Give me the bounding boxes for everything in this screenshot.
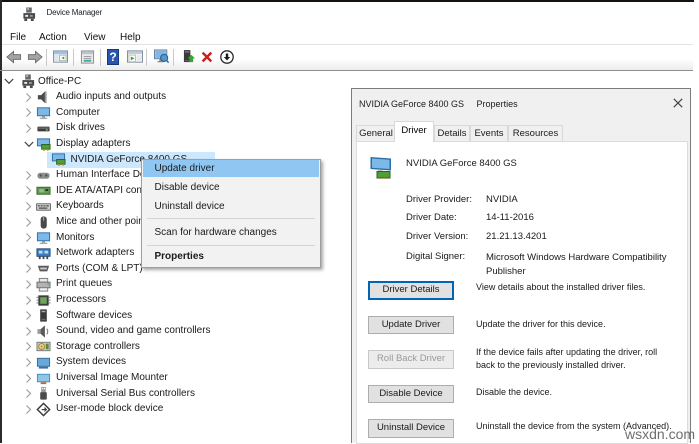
svg-text:?: ? xyxy=(109,50,116,64)
